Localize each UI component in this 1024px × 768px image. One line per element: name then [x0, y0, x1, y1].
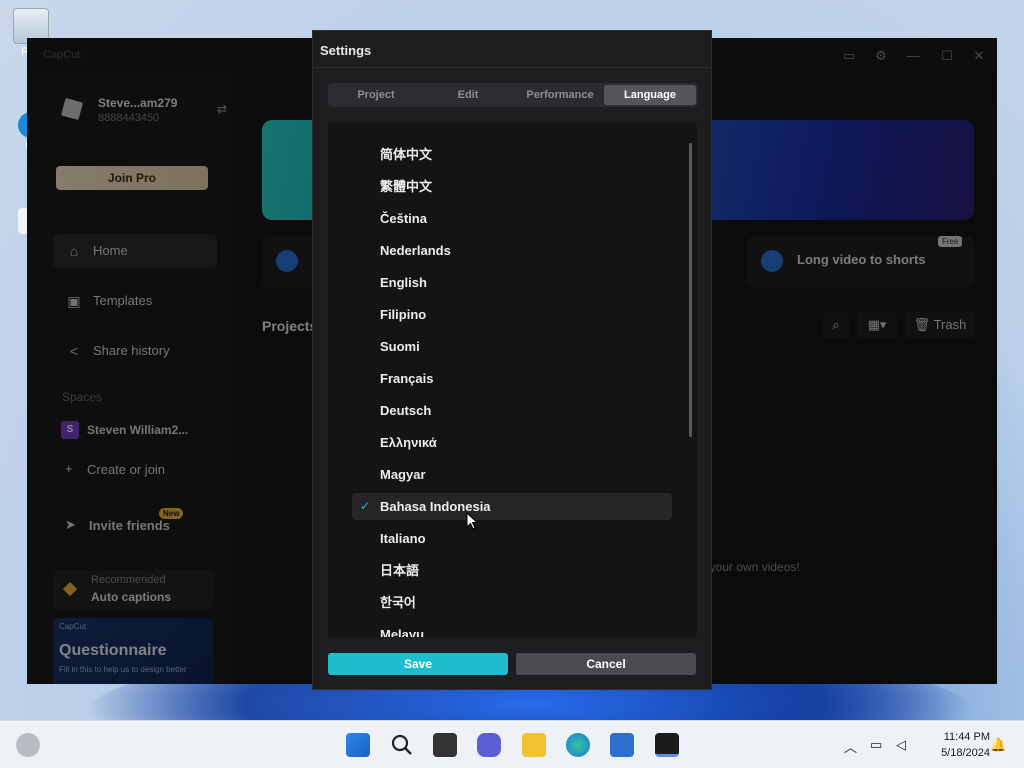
language-option[interactable]: Čeština	[352, 205, 672, 232]
chat-icon[interactable]	[477, 733, 501, 757]
language-option[interactable]: Ελληνικά	[352, 429, 672, 456]
language-label: Français	[380, 371, 434, 386]
language-label: Nederlands	[380, 243, 451, 258]
notification-icon[interactable]: 🔔	[990, 737, 1006, 753]
settings-tabs: Project Edit Performance Language	[328, 83, 698, 107]
store-icon[interactable]	[610, 733, 634, 757]
tab-edit[interactable]: Edit	[422, 85, 514, 105]
clock[interactable]: 11:44 PM 5/18/2024	[920, 729, 990, 761]
language-option[interactable]: 日本語	[352, 557, 672, 584]
language-label: English	[380, 275, 427, 290]
edge-icon[interactable]	[566, 733, 590, 757]
language-option[interactable]: Magyar	[352, 461, 672, 488]
language-option[interactable]: Melayu	[352, 621, 672, 637]
language-label: Italiano	[380, 531, 426, 546]
settings-dialog: Settings Project Edit Performance Langua…	[312, 30, 712, 690]
language-option[interactable]: Français	[352, 365, 672, 392]
task-view-icon[interactable]	[433, 733, 457, 757]
language-label: 日本語	[380, 563, 420, 578]
network-icon[interactable]: ▭	[870, 737, 882, 753]
start-icon[interactable]	[346, 733, 370, 757]
capcut-taskbar-icon[interactable]	[655, 733, 679, 757]
language-option-selected[interactable]: ✓ Bahasa Indonesia	[352, 493, 672, 520]
language-label: 한국어	[380, 595, 416, 610]
scrollbar[interactable]	[689, 143, 692, 437]
language-option[interactable]: Italiano	[352, 525, 672, 552]
language-label: 繁體中文	[380, 179, 433, 194]
language-label: Melayu	[380, 627, 425, 637]
dialog-title: Settings	[320, 43, 372, 58]
clock-date: 5/18/2024	[941, 747, 990, 759]
language-label: Filipino	[380, 307, 427, 322]
widgets-icon[interactable]	[16, 733, 40, 757]
language-option[interactable]: Nederlands	[352, 237, 672, 264]
language-label: Deutsch	[380, 403, 432, 418]
taskbar: ︿ ▭ ◁ 11:44 PM 5/18/2024 🔔	[0, 720, 1024, 768]
tab-project[interactable]: Project	[330, 85, 422, 105]
save-button[interactable]: Save	[328, 653, 508, 675]
volume-muted-icon[interactable]: ◁	[896, 737, 906, 753]
language-label: Suomi	[380, 339, 420, 354]
tab-performance[interactable]: Performance	[514, 85, 606, 105]
language-option[interactable]: Filipino	[352, 301, 672, 328]
language-label: 简体中文	[380, 147, 433, 162]
mouse-cursor-icon	[466, 512, 478, 530]
checkmark-icon: ✓	[360, 499, 371, 513]
divider	[313, 67, 711, 68]
language-list[interactable]: 简体中文 繁體中文 Čeština Nederlands English Fil…	[328, 123, 697, 637]
clock-time: 11:44 PM	[943, 731, 990, 743]
language-option[interactable]: English	[352, 269, 672, 296]
language-label: Ελληνικά	[380, 435, 437, 450]
search-icon[interactable]	[390, 733, 414, 757]
language-option[interactable]: 한국어	[352, 589, 672, 616]
chevron-up-icon[interactable]: ︿	[844, 737, 857, 756]
language-label: Čeština	[380, 211, 427, 226]
language-option[interactable]: 简体中文	[352, 141, 672, 168]
file-explorer-icon[interactable]	[522, 733, 546, 757]
language-option[interactable]: 繁體中文	[352, 173, 672, 200]
language-option[interactable]: Deutsch	[352, 397, 672, 424]
language-option[interactable]: Suomi	[352, 333, 672, 360]
cancel-button[interactable]: Cancel	[516, 653, 696, 675]
tab-language[interactable]: Language	[604, 85, 696, 105]
language-label: Magyar	[380, 467, 426, 482]
